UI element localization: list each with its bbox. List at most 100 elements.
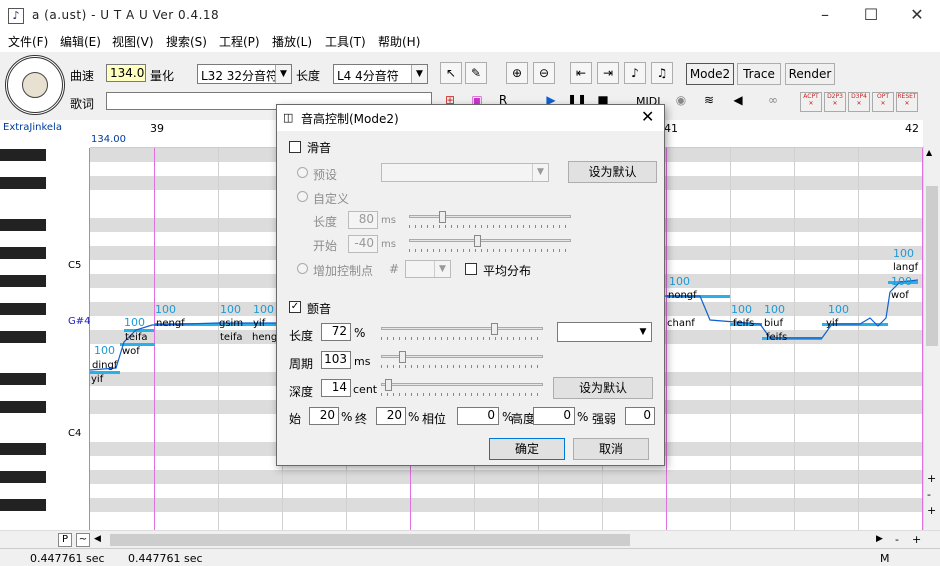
menu-tools[interactable]: 工具(T) (325, 33, 366, 50)
note-lyric[interactable]: dingf (92, 360, 117, 371)
vibrato-strength-field[interactable]: 0 (625, 407, 655, 425)
note-lyric[interactable]: wof (122, 346, 140, 357)
zoom-minus-icon[interactable]: - (927, 488, 931, 501)
note-lyric[interactable]: feifs (766, 332, 787, 343)
note-lyric[interactable]: chanf (667, 318, 695, 329)
tempo-field[interactable]: 134.0 (106, 64, 146, 82)
vibrato-set-default-button[interactable]: 设为默认 (553, 377, 653, 399)
menu-play[interactable]: 播放(L) (272, 33, 312, 50)
speaker-icon[interactable]: ◀ (727, 90, 749, 112)
cancel-button[interactable]: 取消 (573, 438, 649, 460)
note-lyric[interactable]: biuf (764, 318, 783, 329)
horizontal-scrollbar[interactable]: P ~ ◀ ▶ - + (0, 530, 940, 548)
preset-radio[interactable] (297, 167, 308, 178)
plugin-d3p4-button[interactable]: D3P4 ✕ (848, 92, 870, 112)
vibrato-out-label: 终 (355, 412, 368, 426)
quantize-select[interactable]: L32 32分音符 ▼ (197, 64, 292, 84)
maximize-button[interactable]: ☐ (848, 0, 894, 30)
vibrato-preset-select[interactable]: ▼ (557, 322, 652, 342)
note-prev-icon[interactable]: ♪ (624, 62, 646, 84)
mode2-button[interactable]: Mode2 (686, 63, 734, 85)
note-lyric[interactable]: nongf (668, 290, 697, 301)
note-lyric[interactable]: langf (893, 262, 918, 273)
note-lyric[interactable]: yif (91, 374, 103, 385)
go-end-icon[interactable]: ⇥ (597, 62, 619, 84)
zoom-plus-icon[interactable]: + (912, 533, 921, 546)
portamento-checkbox[interactable] (289, 141, 301, 153)
tempo-label: 曲速 (70, 69, 95, 83)
portamento-length-field[interactable]: 80 (348, 211, 378, 229)
even-distribution-checkbox[interactable] (465, 263, 477, 275)
tilde-button[interactable]: ~ (76, 533, 90, 547)
trace-button[interactable]: Trace (737, 63, 781, 85)
pencil-tool-icon[interactable]: ✎ (465, 62, 487, 84)
vibrato-in-field[interactable]: 20 (309, 407, 339, 425)
menu-search[interactable]: 搜索(S) (166, 33, 207, 50)
record-icon[interactable]: ◉ (670, 90, 692, 112)
close-icon[interactable]: ✕ (641, 107, 654, 126)
note-lyric[interactable]: yif (826, 318, 838, 329)
menu-edit[interactable]: 编辑(E) (60, 33, 101, 50)
portamento-start-field[interactable]: -40 (348, 235, 378, 253)
add-point-radio[interactable] (297, 263, 308, 274)
p-button[interactable]: P (58, 533, 72, 547)
note-lyric[interactable]: heng (252, 332, 277, 343)
note-lyric[interactable]: gsim (219, 318, 243, 329)
portamento-length-slider[interactable] (409, 211, 571, 229)
preset-select[interactable]: ▼ (381, 163, 549, 182)
vibrato-depth-field[interactable]: 14 (321, 379, 351, 397)
menu-project[interactable]: 工程(P) (219, 33, 260, 50)
pitch-value: 100 (155, 303, 176, 316)
plugin-acpt-button[interactable]: ACPT ✕ (800, 92, 822, 112)
zoom-in-icon[interactable]: ⊕ (506, 62, 528, 84)
ok-button[interactable]: 确定 (489, 438, 565, 460)
vibrato-out-field[interactable]: 20 (376, 407, 406, 425)
pitch-value: 100 (893, 247, 914, 260)
plugin-reset-button[interactable]: RESET ✕ (896, 92, 918, 112)
close-window-button[interactable]: ✕ (894, 0, 940, 30)
vibrato-period-slider[interactable] (381, 351, 543, 369)
point-count-select[interactable]: ▼ (405, 260, 451, 278)
zoom-out-icon[interactable]: ⊖ (533, 62, 555, 84)
vibrato-period-field[interactable]: 103 (321, 351, 351, 369)
portamento-start-slider[interactable] (409, 235, 571, 253)
set-default-button[interactable]: 设为默认 (568, 161, 657, 183)
vibrato-length-field[interactable]: 72 (321, 323, 351, 341)
plugin-opt-button[interactable]: OPT ✕ (872, 92, 894, 112)
vertical-scrollbar[interactable]: ▲ + - + (923, 146, 940, 530)
vibrato-height-field[interactable]: 0 (533, 407, 575, 425)
zoom-plus-icon[interactable]: + (927, 472, 936, 485)
custom-radio[interactable] (297, 191, 308, 202)
select-tool-icon[interactable]: ↖ (440, 62, 462, 84)
wave-icon[interactable]: ≋ (698, 90, 720, 112)
chevron-up-icon[interactable]: ▲ (926, 148, 932, 157)
voicebank-avatar[interactable] (5, 55, 65, 115)
scroll-thumb[interactable] (926, 186, 938, 346)
go-start-icon[interactable]: ⇤ (570, 62, 592, 84)
zoom-plus-icon[interactable]: + (927, 504, 936, 517)
loop-icon[interactable]: ∞ (762, 90, 784, 112)
length-select[interactable]: L4 4分音符 ▼ (333, 64, 428, 84)
zoom-minus-icon[interactable]: - (895, 533, 899, 546)
note-lyric[interactable]: teifa (220, 332, 243, 343)
note-lyric[interactable]: wof (891, 290, 909, 301)
vibrato-phase-field[interactable]: 0 (457, 407, 499, 425)
minimize-button[interactable]: – (802, 0, 848, 30)
note-lyric[interactable]: nengf (156, 318, 185, 329)
menu-help[interactable]: 帮助(H) (378, 33, 420, 50)
render-button[interactable]: Render (785, 63, 835, 85)
vibrato-length-slider[interactable] (381, 323, 543, 341)
menu-view[interactable]: 视图(V) (112, 33, 154, 50)
chevron-left-icon[interactable]: ◀ (94, 534, 101, 544)
scroll-thumb[interactable] (110, 534, 630, 546)
menu-file[interactable]: 文件(F) (8, 33, 48, 50)
pitch-value: 100 (731, 303, 752, 316)
vibrato-checkbox[interactable]: ✓ (289, 301, 301, 313)
plugin-d2p3-button[interactable]: D2P3 ✕ (824, 92, 846, 112)
note-next-icon[interactable]: ♫ (651, 62, 673, 84)
note-lyric[interactable]: feifs (733, 318, 754, 329)
vibrato-depth-slider[interactable] (381, 379, 543, 397)
note-lyric[interactable]: yif (253, 318, 265, 329)
chevron-right-icon[interactable]: ▶ (876, 534, 883, 544)
note-lyric[interactable]: teifa (125, 332, 148, 343)
